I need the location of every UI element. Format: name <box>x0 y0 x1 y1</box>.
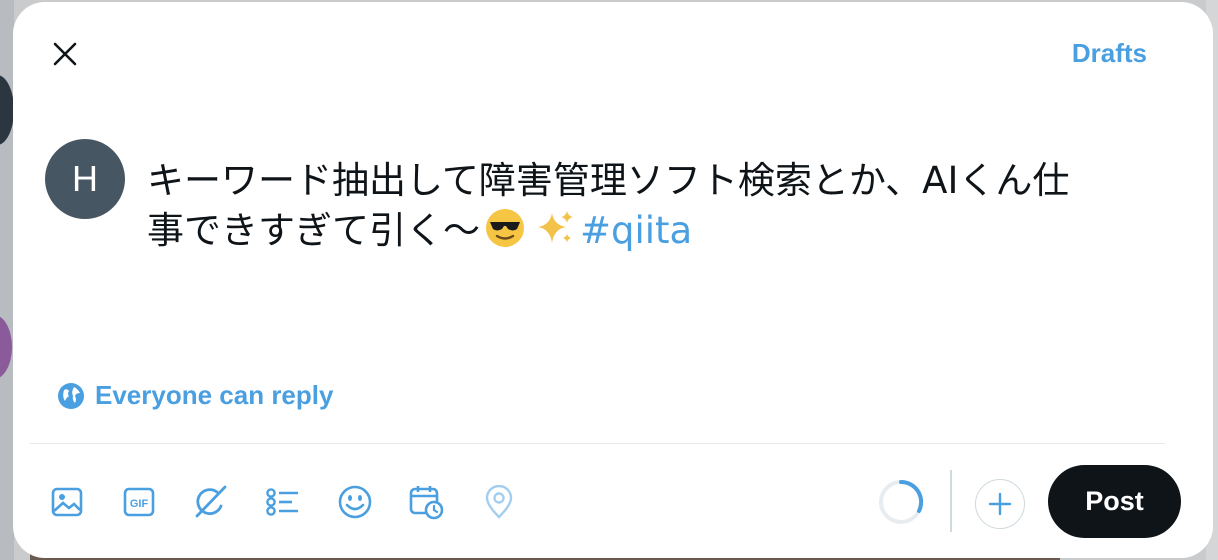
grok-button[interactable] <box>193 480 229 524</box>
character-count-ring <box>879 479 924 524</box>
gif-icon: GIF <box>123 487 155 517</box>
close-icon <box>53 42 77 66</box>
avatar-initial: H <box>72 158 98 199</box>
divider <box>30 443 1165 444</box>
add-emoji-button[interactable] <box>337 480 373 524</box>
compose-post-dialog: Drafts H キーワード抽出して障害管理ソフト検索とか、AIくん仕 事できす… <box>13 2 1213 558</box>
location-icon <box>485 485 513 519</box>
grok-icon <box>195 485 227 518</box>
reply-setting-label: Everyone can reply <box>95 380 334 410</box>
post-text-input[interactable]: キーワード抽出して障害管理ソフト検索とか、AIくん仕 事できすぎて引く〜 #qi… <box>147 156 1157 262</box>
sparkles-emoji <box>534 207 576 262</box>
add-media-button[interactable] <box>49 480 85 524</box>
avatar[interactable]: H <box>45 139 125 219</box>
schedule-icon <box>409 486 444 520</box>
tag-location-button[interactable] <box>481 480 517 524</box>
toolbar-separator <box>950 470 952 532</box>
plus-icon <box>988 492 1012 516</box>
post-text-line-1: キーワード抽出して障害管理ソフト検索とか、AIくん仕 <box>147 159 1070 202</box>
reply-setting-button[interactable]: Everyone can reply <box>57 380 333 411</box>
add-poll-button[interactable] <box>265 480 301 524</box>
emoji-icon <box>338 485 372 519</box>
close-button[interactable] <box>46 35 84 73</box>
poll-icon <box>266 488 298 516</box>
image-icon <box>51 487 83 517</box>
add-gif-button[interactable]: GIF <box>121 480 157 524</box>
sunglasses-face-emoji <box>484 207 526 262</box>
drafts-button[interactable]: Drafts <box>1072 38 1147 69</box>
globe-icon <box>58 382 84 409</box>
post-text-line-2: 事できすぎて引く〜 <box>147 209 480 252</box>
compose-toolbar: GIF <box>49 480 517 524</box>
hashtag-link[interactable]: #qiita <box>580 209 692 252</box>
svg-text:GIF: GIF <box>130 498 149 510</box>
add-post-button[interactable] <box>975 479 1025 529</box>
post-button[interactable]: Post <box>1048 465 1181 538</box>
schedule-post-button[interactable] <box>409 480 445 524</box>
